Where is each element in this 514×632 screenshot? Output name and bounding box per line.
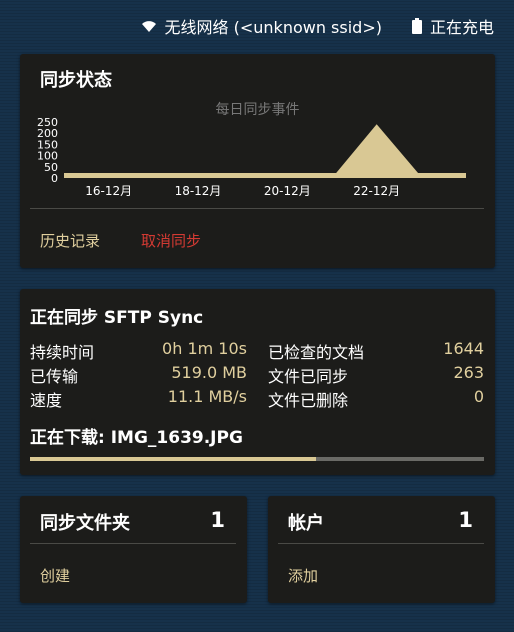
history-button[interactable]: 历史记录 — [40, 230, 100, 251]
x-tick-label: 18-12月 — [175, 184, 222, 198]
divider — [30, 543, 236, 544]
sync-progress-card: 正在同步 SFTP Sync 持续时间 0h 1m 10s 已传输 519.0 … — [20, 289, 495, 475]
checked-value: 1644 — [443, 339, 484, 358]
create-folder-button[interactable]: 创建 — [40, 565, 70, 586]
y-tick-label: 200 — [37, 127, 58, 140]
add-account-button[interactable]: 添加 — [288, 565, 318, 586]
daily-sync-chart: 050100150200250 16-12月 18-12月 20-12月 22-12月 — [37, 116, 466, 198]
battery-icon — [411, 18, 422, 34]
chart-baseline-band — [64, 173, 466, 178]
speed-label: 速度 — [30, 391, 63, 410]
y-tick-label: 150 — [37, 138, 58, 151]
battery-status-text: 正在充电 — [429, 18, 494, 37]
speed-value: 11.1 MB/s — [167, 387, 247, 406]
current-download: 正在下载: IMG_1639.JPG — [30, 428, 243, 448]
divider — [30, 208, 484, 209]
cancel-sync-button[interactable]: 取消同步 — [141, 230, 201, 251]
sync-folders-card: 同步文件夹 1 创建 — [20, 496, 247, 603]
x-tick-label: 22-12月 — [353, 184, 400, 198]
duration-value: 0h 1m 10s — [162, 339, 247, 358]
divider — [278, 543, 484, 544]
wifi-status-text: 无线网络 (<unknown ssid>) — [164, 18, 382, 37]
sync-folders-count: 1 — [210, 508, 225, 532]
status-indicators: 无线网络 (<unknown ssid>) 正在充电 — [141, 14, 494, 38]
synced-label: 文件已同步 — [268, 367, 349, 386]
sync-folders-title: 同步文件夹 — [40, 513, 130, 534]
sync-status-card: 同步状态 每日同步事件 0 50 100 150 200 250 16-12月 18-12月 2… — [20, 54, 495, 268]
y-tick-label: 250 — [37, 116, 58, 129]
synced-value: 263 — [453, 363, 484, 382]
transferred-label: 已传输 — [30, 367, 79, 386]
duration-label: 持续时间 — [30, 343, 95, 362]
x-tick-label: 20-12月 — [264, 184, 311, 198]
sync-progress-title: 正在同步 SFTP Sync — [30, 308, 204, 328]
accounts-title: 帐户 — [288, 513, 324, 534]
wifi-icon — [141, 19, 157, 33]
y-tick-label: 50 — [44, 161, 58, 174]
chart-series-area — [64, 124, 466, 178]
status-bar: 无线网络 (<unknown ssid>) 正在充电 — [0, 0, 514, 52]
checked-label: 已检查的文档 — [268, 343, 365, 362]
transferred-value: 519.0 MB — [171, 363, 247, 382]
deleted-label: 文件已删除 — [268, 391, 349, 410]
download-progress-bar — [30, 457, 484, 461]
x-tick-label: 16-12月 — [85, 184, 132, 198]
y-tick-label: 0 — [51, 172, 58, 185]
accounts-card: 帐户 1 添加 — [268, 496, 495, 603]
deleted-value: 0 — [473, 387, 484, 406]
y-tick-label: 100 — [37, 150, 58, 163]
accounts-count: 1 — [458, 508, 473, 532]
download-progress-fill — [30, 457, 317, 461]
